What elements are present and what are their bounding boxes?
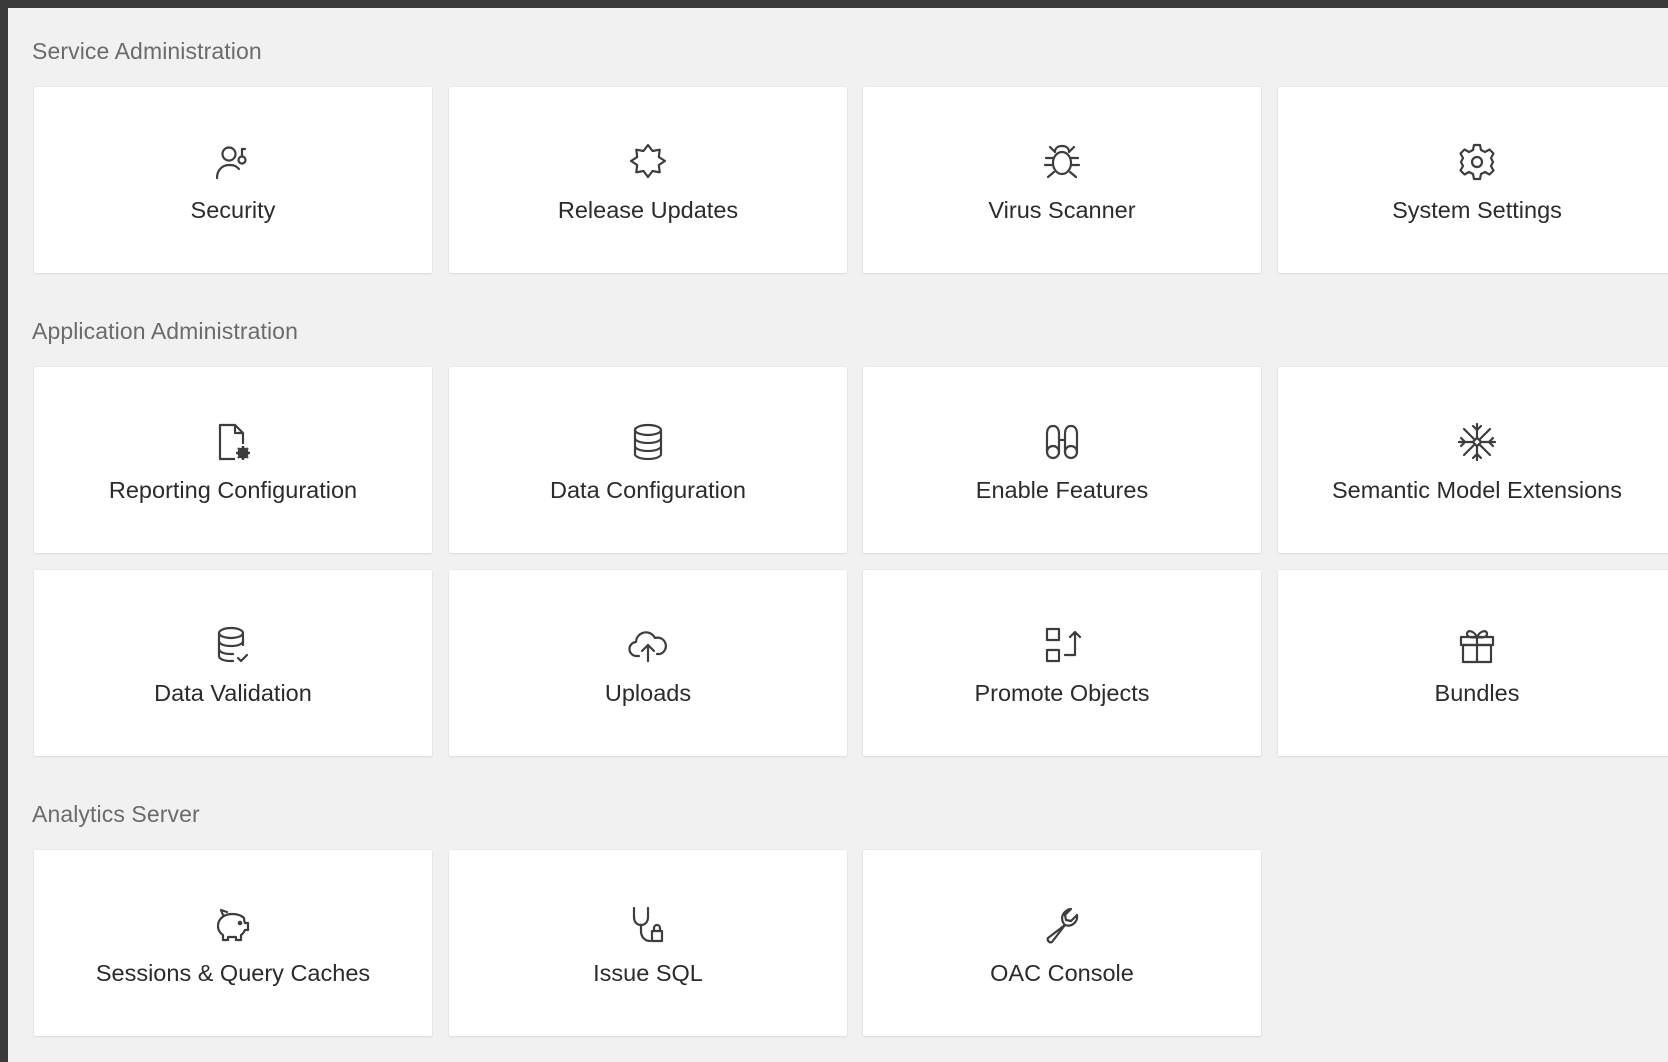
tile-data-validation[interactable]: Data Validation bbox=[34, 570, 432, 756]
gift-icon bbox=[1455, 623, 1499, 667]
tile-data-configuration[interactable]: Data Configuration bbox=[449, 367, 847, 553]
database-icon bbox=[626, 420, 670, 464]
tile-reporting-configuration[interactable]: Reporting Configuration bbox=[34, 367, 432, 553]
tile-label: Security bbox=[190, 197, 276, 223]
tile-bundles[interactable]: Bundles bbox=[1278, 570, 1668, 756]
badge-star-icon bbox=[626, 140, 670, 184]
gear-icon bbox=[1455, 140, 1499, 184]
tile-label: Data Configuration bbox=[550, 477, 746, 503]
database-check-icon bbox=[211, 623, 255, 667]
tile-sessions-query-caches[interactable]: Sessions & Query Caches bbox=[34, 850, 432, 1036]
tile-label: Promote Objects bbox=[974, 680, 1150, 706]
tile-enable-features[interactable]: Enable Features bbox=[863, 367, 1261, 553]
tile-oac-console[interactable]: OAC Console bbox=[863, 850, 1261, 1036]
tile-label: Enable Features bbox=[975, 477, 1149, 503]
admin-console-frame: Service Administration Security Release … bbox=[0, 0, 1668, 1062]
binoculars-icon bbox=[1040, 420, 1084, 464]
wrench-icon bbox=[1040, 903, 1084, 947]
tile-label: Semantic Model Extensions bbox=[1332, 477, 1622, 503]
tile-label: Uploads bbox=[604, 680, 692, 706]
tile-label: Data Validation bbox=[154, 680, 312, 706]
tile-release-updates[interactable]: Release Updates bbox=[449, 87, 847, 273]
tile-label: Reporting Configuration bbox=[108, 477, 358, 503]
tile-issue-sql[interactable]: Issue SQL bbox=[449, 850, 847, 1036]
tile-virus-scanner[interactable]: Virus Scanner bbox=[863, 87, 1261, 273]
tile-label: Bundles bbox=[1434, 680, 1520, 706]
tile-label: Virus Scanner bbox=[988, 197, 1136, 223]
section-title-application-administration: Application Administration bbox=[32, 318, 298, 344]
section-title-service-administration: Service Administration bbox=[32, 38, 262, 64]
tile-semantic-model-extensions[interactable]: Semantic Model Extensions bbox=[1278, 367, 1668, 553]
tile-system-settings[interactable]: System Settings bbox=[1278, 87, 1668, 273]
snowflake-icon bbox=[1455, 420, 1499, 464]
tile-label: System Settings bbox=[1392, 197, 1562, 223]
user-lock-icon bbox=[211, 140, 255, 184]
stethoscope-icon bbox=[626, 903, 670, 947]
tile-label: Sessions & Query Caches bbox=[95, 960, 371, 986]
cloud-upload-icon bbox=[626, 623, 670, 667]
tile-security[interactable]: Security bbox=[34, 87, 432, 273]
bug-icon bbox=[1040, 140, 1084, 184]
tile-label: OAC Console bbox=[990, 960, 1134, 986]
document-gear-icon bbox=[211, 420, 255, 464]
tile-label: Release Updates bbox=[557, 197, 739, 223]
tile-promote-objects[interactable]: Promote Objects bbox=[863, 570, 1261, 756]
tile-uploads[interactable]: Uploads bbox=[449, 570, 847, 756]
promote-objects-icon bbox=[1040, 623, 1084, 667]
piggy-bank-icon bbox=[211, 903, 255, 947]
section-title-analytics-server: Analytics Server bbox=[32, 801, 200, 827]
tile-label: Issue SQL bbox=[593, 960, 703, 986]
